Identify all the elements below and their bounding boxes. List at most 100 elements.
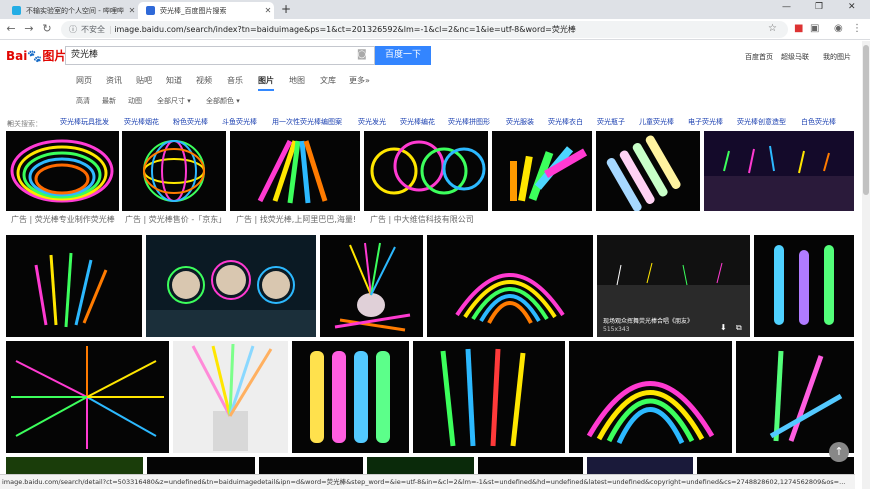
download-icon[interactable]: ⬇ bbox=[720, 323, 727, 332]
forward-button[interactable]: → bbox=[22, 22, 36, 35]
nav-web[interactable]: 网页 bbox=[76, 75, 92, 86]
nav-images[interactable]: 图片 bbox=[258, 75, 274, 91]
hover-size: 515x343 bbox=[603, 326, 630, 333]
security-label: 不安全 bbox=[81, 25, 105, 34]
extension-icon-2[interactable]: ▣ bbox=[810, 23, 819, 34]
tab-label: 荧光棒_百度图片搜索 bbox=[160, 6, 227, 15]
back-button[interactable]: ← bbox=[4, 22, 18, 35]
related-item[interactable]: 荧光棒玩具批发 bbox=[60, 117, 109, 127]
nav-music[interactable]: 音乐 bbox=[227, 75, 243, 86]
result-image[interactable] bbox=[736, 341, 854, 453]
result-image[interactable] bbox=[367, 457, 474, 474]
info-icon[interactable]: ⓘ bbox=[69, 24, 77, 35]
bilibili-icon bbox=[12, 6, 21, 15]
related-item[interactable]: 荧光瓶子 bbox=[597, 117, 625, 127]
related-item[interactable]: 荧光棒创意造型 bbox=[737, 117, 786, 127]
scrollbar-thumb[interactable] bbox=[863, 45, 869, 195]
result-image[interactable] bbox=[6, 131, 119, 211]
nav-more[interactable]: 更多» bbox=[349, 75, 370, 86]
scrollbar[interactable] bbox=[862, 41, 870, 489]
result-image[interactable] bbox=[6, 235, 142, 337]
nav-wenku[interactable]: 文库 bbox=[320, 75, 336, 86]
related-item[interactable]: 粉色荧光棒 bbox=[173, 117, 208, 127]
nav-video[interactable]: 视频 bbox=[196, 75, 212, 86]
result-image[interactable] bbox=[146, 235, 316, 337]
related-searches: ◈ 相关搜索： 荧光棒玩具批发 荧光棒烟花 粉色荧光棒 斗鱼荧光棒 用一次性荧光… bbox=[7, 117, 836, 128]
ad-link[interactable]: 广告 | 找荧光棒,上阿里巴巴,海量! bbox=[236, 214, 356, 225]
maximize-button[interactable]: ❐ bbox=[815, 2, 823, 12]
result-image[interactable] bbox=[320, 235, 423, 337]
result-image[interactable] bbox=[569, 341, 732, 453]
ad-link[interactable]: 广告 | 荧光棒专业制作荧光棒 bbox=[11, 214, 115, 225]
bookmark-star-icon[interactable]: ☆ bbox=[768, 23, 777, 34]
nav-news[interactable]: 资讯 bbox=[106, 75, 122, 86]
ad-link[interactable]: 广告 | 荧光棒售价 -「京东」 bbox=[125, 214, 226, 225]
tab-bilibili[interactable]: 不输实验室的个人空间 - 哔哩哔 ✕ bbox=[4, 2, 138, 19]
address-bar[interactable]: ⓘ 不安全 | image.baidu.com/search/index?tn=… bbox=[61, 21, 788, 38]
tab-baidu-images[interactable]: 荧光棒_百度图片搜索 ✕ bbox=[138, 2, 274, 19]
related-item[interactable]: 斗鱼荧光棒 bbox=[222, 117, 257, 127]
search-input[interactable]: 荧光棒 bbox=[65, 46, 375, 65]
filter-hd[interactable]: 高清 bbox=[76, 96, 90, 106]
ad-link[interactable]: 广告 | 中大维信科技有限公司 bbox=[370, 214, 474, 225]
related-item[interactable]: 荧光棒拼图形 bbox=[448, 117, 490, 127]
close-icon[interactable]: ✕ bbox=[262, 6, 274, 15]
hover-title: 现场观众挥舞荧光棒合唱《朋友》 bbox=[603, 318, 694, 325]
back-to-top-button[interactable]: ↑ bbox=[829, 442, 849, 462]
result-image[interactable] bbox=[697, 457, 854, 474]
related-item[interactable]: 荧光服装 bbox=[506, 117, 534, 127]
result-image[interactable] bbox=[587, 457, 693, 474]
nav-zhidao[interactable]: 知道 bbox=[166, 75, 182, 86]
related-item[interactable]: 用一次性荧光棒编图案 bbox=[272, 117, 342, 127]
close-icon[interactable]: ✕ bbox=[126, 6, 138, 15]
result-image[interactable] bbox=[122, 131, 226, 211]
result-image[interactable] bbox=[754, 235, 854, 337]
close-window-button[interactable]: ✕ bbox=[848, 2, 856, 12]
result-image[interactable] bbox=[492, 131, 592, 211]
new-tab-button[interactable]: + bbox=[281, 2, 291, 16]
result-image[interactable] bbox=[364, 131, 488, 211]
related-item[interactable]: 荧光棒衣白 bbox=[548, 117, 583, 127]
filter-color[interactable]: 全部颜色 ▾ bbox=[206, 96, 240, 106]
result-image[interactable] bbox=[478, 457, 583, 474]
baidu-logo[interactable]: Bai🐾图片 bbox=[6, 47, 66, 64]
related-item[interactable]: 荧光棒编花 bbox=[400, 117, 435, 127]
menu-icon[interactable]: ⋮ bbox=[852, 23, 862, 34]
related-item[interactable]: 儿童荧光棒 bbox=[639, 117, 674, 127]
profile-icon[interactable]: ◉ bbox=[834, 23, 843, 34]
baidu-paw-icon bbox=[146, 6, 155, 15]
browser-toolbar: ← → ↻ ⓘ 不安全 | image.baidu.com/search/ind… bbox=[0, 19, 870, 40]
related-item[interactable]: 白色荧光棒 bbox=[801, 117, 836, 127]
similar-search-icon[interactable]: ⧉ bbox=[736, 323, 742, 333]
result-image[interactable] bbox=[147, 457, 255, 474]
result-image[interactable] bbox=[173, 341, 288, 453]
nav-map[interactable]: 地图 bbox=[289, 75, 305, 86]
related-item[interactable]: 电子荧光棒 bbox=[688, 117, 723, 127]
camera-icon[interactable]: ◙ bbox=[357, 49, 367, 60]
result-image[interactable] bbox=[6, 341, 169, 453]
filter-size[interactable]: 全部尺寸 ▾ bbox=[157, 96, 191, 106]
result-image[interactable] bbox=[230, 131, 360, 211]
super-link[interactable]: 超级马联 bbox=[781, 52, 809, 62]
reload-button[interactable]: ↻ bbox=[40, 22, 54, 35]
extension-icon[interactable]: ■ bbox=[794, 23, 803, 34]
result-image[interactable] bbox=[259, 457, 363, 474]
search-button[interactable]: 百度一下 bbox=[375, 46, 431, 65]
filter-latest[interactable]: 最新 bbox=[102, 96, 116, 106]
result-image[interactable] bbox=[596, 131, 700, 211]
baidu-home-link[interactable]: 百度首页 bbox=[745, 52, 773, 62]
baidu-paw-icon: 🐾 bbox=[27, 49, 43, 63]
result-image[interactable] bbox=[413, 341, 565, 453]
ad-row: 广告 | 荧光棒专业制作荧光棒 广告 | 荧光棒售价 -「京东」 广告 | 找荧… bbox=[0, 211, 862, 227]
result-image[interactable] bbox=[704, 131, 854, 211]
result-image[interactable] bbox=[292, 341, 409, 453]
minimize-button[interactable]: — bbox=[782, 2, 791, 12]
related-item[interactable]: 荧光棒烟花 bbox=[124, 117, 159, 127]
filter-animated[interactable]: 动图 bbox=[128, 96, 142, 106]
tab-label: 不输实验室的个人空间 - 哔哩哔 bbox=[26, 6, 124, 15]
nav-tieba[interactable]: 贴吧 bbox=[136, 75, 152, 86]
result-image[interactable] bbox=[427, 235, 593, 337]
related-item[interactable]: 荧光发光 bbox=[358, 117, 386, 127]
my-images-link[interactable]: 我的图片 bbox=[823, 52, 851, 62]
result-image[interactable] bbox=[6, 457, 143, 474]
